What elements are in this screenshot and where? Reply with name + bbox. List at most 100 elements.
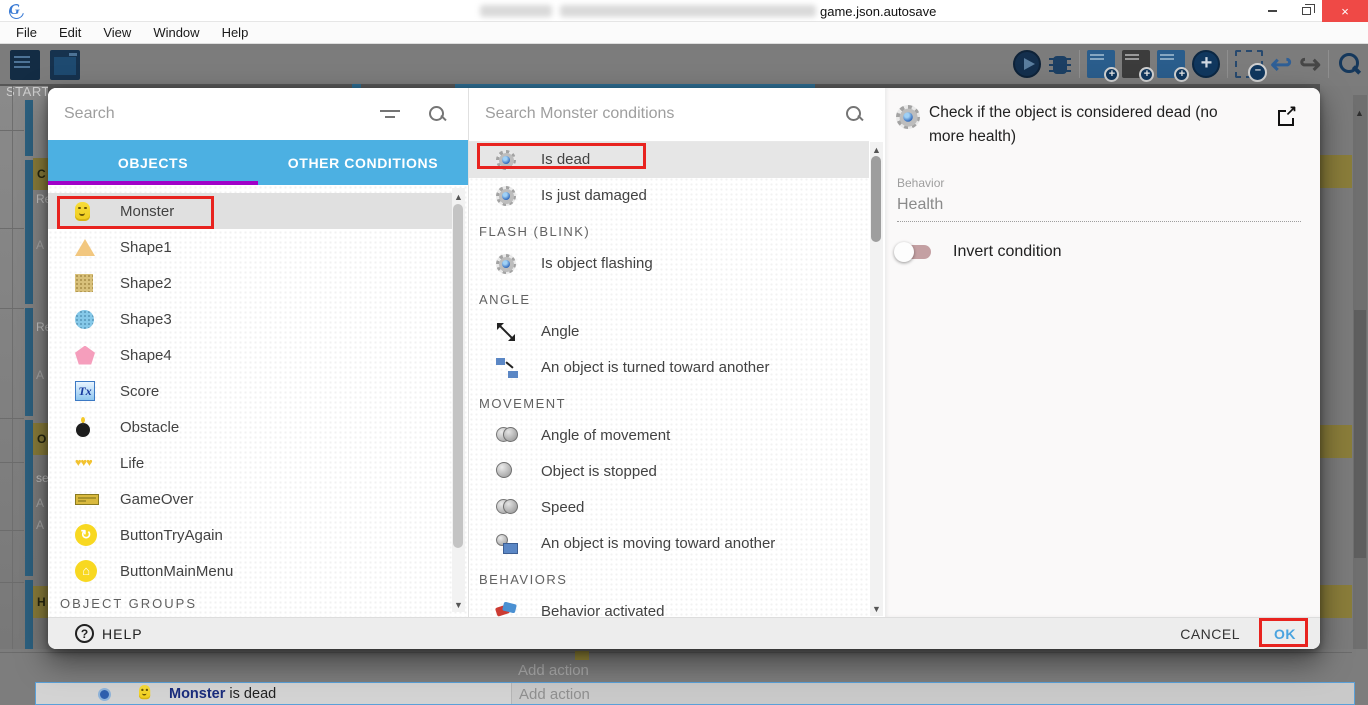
pentagon-icon: [75, 346, 95, 365]
add-action-link: Add action: [518, 662, 589, 679]
project-manager-icon: [10, 50, 40, 80]
search-icon[interactable]: [428, 105, 446, 123]
health-gear-icon: [496, 150, 516, 170]
add-circle-icon: +: [1192, 50, 1220, 78]
condition-item-is-object-flashing[interactable]: Is object flashing: [469, 246, 869, 282]
object-item-monster[interactable]: Monster: [48, 193, 452, 229]
condition-item-is-dead[interactable]: Is dead: [469, 142, 869, 178]
text-object-icon: Tx: [75, 381, 95, 401]
close-button[interactable]: ×: [1322, 0, 1368, 22]
scroll-up-icon[interactable]: ▲: [872, 145, 881, 155]
turned-toward-icon: [496, 358, 520, 378]
condition-item-angle[interactable]: Angle: [469, 314, 869, 350]
add-comment-icon: +: [1157, 50, 1185, 78]
section-header-angle: ANGLE: [479, 282, 869, 314]
filter-icon[interactable]: [380, 107, 402, 121]
ok-button[interactable]: OK: [1274, 626, 1296, 642]
tab-objects[interactable]: OBJECTS: [48, 140, 258, 185]
behavior-field-label: Behavior: [897, 176, 944, 190]
tab-other-conditions[interactable]: OTHER CONDITIONS: [258, 140, 468, 185]
maximize-icon: [1302, 7, 1311, 15]
open-in-new-icon[interactable]: [1278, 110, 1294, 126]
object-groups-header: OBJECT GROUPS: [60, 596, 197, 611]
event-sheet-right-edge: ▲ ▼: [1320, 86, 1368, 705]
invert-condition-toggle[interactable]: [897, 245, 931, 259]
comment-block: [1320, 585, 1352, 618]
selected-event-row: Monster is dead Add action: [35, 682, 1355, 705]
object-item-obstacle[interactable]: Obstacle: [48, 409, 452, 445]
condition-search-input[interactable]: [469, 105, 845, 123]
editor-toolbar: + + + + ↩ ↪: [0, 44, 1368, 86]
object-item-shape3[interactable]: Shape3: [48, 301, 452, 337]
stopped-circle-icon: [496, 462, 512, 478]
object-item-buttontryagain[interactable]: ↻ ButtonTryAgain: [48, 517, 452, 553]
object-item-gameover[interactable]: GameOver: [48, 481, 452, 517]
health-gear-icon: [496, 254, 516, 274]
scroll-down-icon[interactable]: ▼: [454, 600, 463, 610]
moving-circles-icon: [496, 498, 518, 514]
object-list: Monster Shape1 Shape2 Shape3 Shape4 Tx S…: [48, 185, 468, 617]
behavior-icon: [496, 602, 518, 617]
maximize-button[interactable]: [1290, 0, 1322, 22]
condition-item-turned-toward[interactable]: An object is turned toward another: [469, 350, 869, 386]
dialog-footer: ? HELP CANCEL OK: [48, 617, 1320, 649]
menu-edit[interactable]: Edit: [49, 25, 91, 40]
condition-list: Is dead Is just damaged FLASH (BLINK) Is…: [469, 141, 869, 617]
object-item-score[interactable]: Tx Score: [48, 373, 452, 409]
condition-item-moving-toward[interactable]: An object is moving toward another: [469, 526, 869, 562]
add-sub-event-icon: +: [1122, 50, 1150, 78]
event-sheet-bottom: Add action Monster is dead Add action: [0, 649, 1368, 705]
cancel-button[interactable]: CANCEL: [1180, 626, 1240, 642]
scene-editor-icon: [50, 50, 80, 80]
hearts-icon: ♥♥♥: [75, 457, 92, 469]
object-item-life[interactable]: ♥♥♥ Life: [48, 445, 452, 481]
condition-item-is-just-damaged[interactable]: Is just damaged: [469, 178, 869, 214]
menu-help[interactable]: Help: [212, 25, 259, 40]
menu-view[interactable]: View: [93, 25, 141, 40]
redacted-file-path: [560, 5, 816, 17]
home-button-icon: ⌂: [75, 560, 97, 582]
help-button[interactable]: ? HELP: [75, 624, 143, 643]
menu-window[interactable]: Window: [143, 25, 209, 40]
scrollbar-thumb: [1354, 310, 1366, 558]
field-underline: [897, 221, 1301, 222]
window-title: game.json.autosave: [820, 4, 936, 19]
comment-block: [1320, 155, 1352, 188]
behavior-select[interactable]: Health: [897, 196, 943, 214]
comment-block: O: [33, 423, 48, 455]
scroll-up-icon[interactable]: ▲: [454, 192, 463, 202]
menu-file[interactable]: File: [6, 25, 47, 40]
condition-item-angle-of-movement[interactable]: Angle of movement: [469, 418, 869, 454]
scroll-up-icon: ▲: [1355, 108, 1365, 118]
scroll-down-icon[interactable]: ▼: [872, 604, 881, 614]
minimize-button[interactable]: [1256, 0, 1288, 22]
search-icon[interactable]: [845, 105, 863, 123]
health-gear-icon: [896, 105, 920, 129]
object-search-input[interactable]: [48, 105, 380, 123]
delete-event-icon: [1235, 50, 1263, 78]
gdevelop-logo-icon: G: [9, 2, 25, 18]
object-item-buttonmainmenu[interactable]: ⌂ ButtonMainMenu: [48, 553, 452, 589]
search-events-icon: [1336, 51, 1362, 77]
object-list-scrollbar[interactable]: ▲ ▼: [452, 188, 465, 612]
menu-bar: File Edit View Window Help: [0, 22, 1368, 44]
comment-block: C: [33, 158, 48, 190]
triangle-icon: [75, 239, 95, 256]
debug-icon: [1048, 50, 1072, 78]
event-sheet-left-edge: START C O H Re A Re A se A A: [0, 86, 48, 649]
condition-detail-panel: Check if the object is considered dead (…: [885, 88, 1320, 617]
condition-item-speed[interactable]: Speed: [469, 490, 869, 526]
scrollbar-thumb[interactable]: [453, 204, 463, 548]
square-icon: [75, 274, 93, 292]
condition-item-object-is-stopped[interactable]: Object is stopped: [469, 454, 869, 490]
scrollbar-thumb[interactable]: [871, 156, 881, 242]
comment-block: H: [33, 586, 48, 618]
object-item-shape2[interactable]: Shape2: [48, 265, 452, 301]
condition-item-behavior-activated[interactable]: Behavior activated: [469, 594, 869, 617]
monster-icon: [75, 202, 90, 221]
redo-icon: ↪: [1299, 50, 1321, 78]
condition-list-scrollbar[interactable]: ▲ ▼: [870, 142, 883, 616]
object-item-shape1[interactable]: Shape1: [48, 229, 452, 265]
play-icon: [1013, 50, 1041, 78]
object-item-shape4[interactable]: Shape4: [48, 337, 452, 373]
